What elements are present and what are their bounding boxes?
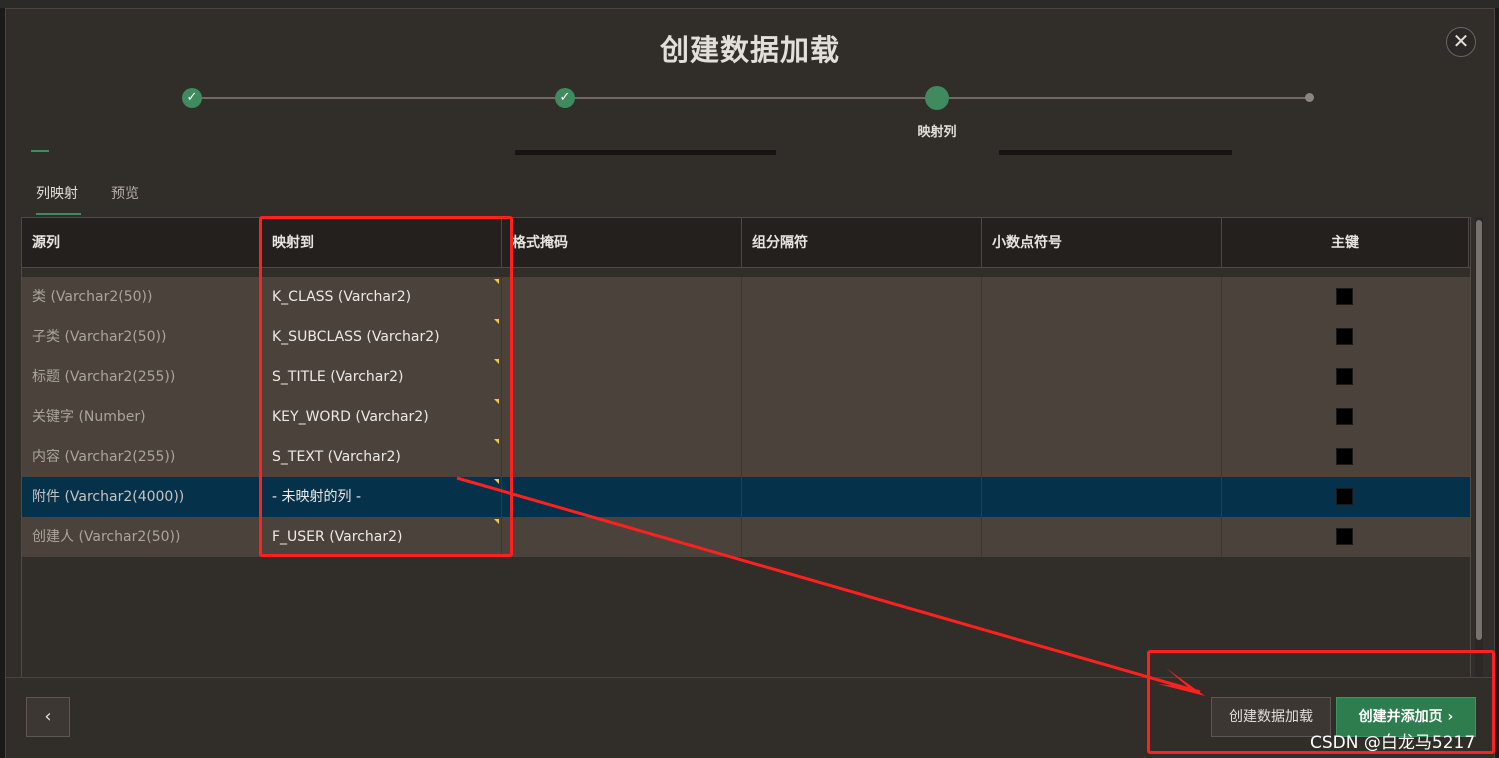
primary-key-checkbox[interactable] xyxy=(1336,328,1353,345)
decimal-symbol-cell[interactable] xyxy=(982,397,1222,437)
wizard-step-4-future xyxy=(1305,93,1314,102)
wizard-current-step-label: 映射列 xyxy=(917,125,957,140)
table-row[interactable]: 内容 (Varchar2(255)) S_TEXT (Varchar2) xyxy=(22,437,1470,477)
primary-key-checkbox[interactable] xyxy=(1336,448,1353,465)
previous-step-button[interactable]: ‹ xyxy=(26,697,70,737)
scrollbar-thumb[interactable] xyxy=(1476,220,1482,640)
format-mask-cell[interactable] xyxy=(502,397,742,437)
wizard-track xyxy=(192,97,1310,99)
background-window-strip xyxy=(0,0,1499,8)
group-separator-cell[interactable] xyxy=(742,517,982,557)
table-row[interactable]: 标题 (Varchar2(255)) S_TITLE (Varchar2) xyxy=(22,357,1470,397)
format-mask-cell[interactable] xyxy=(502,357,742,397)
group-separator-cell[interactable] xyxy=(742,477,982,517)
source-column-cell: 创建人 (Varchar2(50)) xyxy=(22,517,262,557)
tab-preview[interactable]: 预览 xyxy=(111,183,139,203)
wizard-step-3-current xyxy=(925,86,949,110)
group-separator-cell[interactable] xyxy=(742,397,982,437)
table-row[interactable]: 子类 (Varchar2(50)) K_SUBCLASS (Varchar2) xyxy=(22,317,1470,357)
decimal-symbol-cell[interactable] xyxy=(982,477,1222,517)
format-mask-cell[interactable] xyxy=(502,277,742,317)
edit-marker-icon xyxy=(494,359,499,364)
decimal-symbol-cell[interactable] xyxy=(982,517,1222,557)
mapped-to-cell[interactable]: K_SUBCLASS (Varchar2) xyxy=(262,317,502,357)
edit-marker-icon xyxy=(494,399,499,404)
step-indicator-mark xyxy=(31,150,49,152)
group-separator-cell[interactable] xyxy=(742,437,982,477)
dialog-title: 创建数据加载 xyxy=(659,33,840,67)
edit-marker-icon xyxy=(494,479,499,484)
decimal-symbol-cell[interactable] xyxy=(982,357,1222,397)
format-mask-cell[interactable] xyxy=(502,317,742,357)
source-column-cell: 类 (Varchar2(50)) xyxy=(22,277,262,317)
edit-marker-icon xyxy=(494,279,499,284)
primary-key-checkbox[interactable] xyxy=(1336,408,1353,425)
tab-column-mapping[interactable]: 列映射 xyxy=(36,183,78,203)
divider-bar xyxy=(999,150,1232,155)
create-and-add-page-label: 创建并添加页 xyxy=(1358,709,1443,725)
table-row-selected[interactable]: 附件 (Varchar2(4000)) - 未映射的列 - xyxy=(22,477,1470,517)
wizard-step-2-check-icon: ✓ xyxy=(555,88,575,108)
header-mapped-to: 映射到 xyxy=(262,218,502,268)
primary-key-checkbox[interactable] xyxy=(1336,528,1353,545)
mapped-to-value: - 未映射的列 - xyxy=(272,489,362,505)
decimal-symbol-cell[interactable] xyxy=(982,277,1222,317)
primary-key-checkbox[interactable] xyxy=(1336,488,1353,505)
mapped-to-value: S_TEXT (Varchar2) xyxy=(272,449,401,465)
source-column-cell: 关键字 (Number) xyxy=(22,397,262,437)
create-data-load-dialog: 创建数据加载 ✕ ✓ ✓ 映射列 列映射 预览 源列 映射到 格式掩码 组分隔符… xyxy=(5,8,1495,758)
watermark-text: CSDN @白龙马5217 xyxy=(1310,733,1476,753)
table-row[interactable]: 创建人 (Varchar2(50)) F_USER (Varchar2) xyxy=(22,517,1470,557)
format-mask-cell[interactable] xyxy=(502,517,742,557)
chevron-right-icon: › xyxy=(1447,709,1454,725)
edit-marker-icon xyxy=(494,319,499,324)
mapped-to-value: F_USER (Varchar2) xyxy=(272,529,403,545)
header-group-separator: 组分隔符 xyxy=(742,218,982,268)
vertical-scrollbar[interactable] xyxy=(1475,217,1483,678)
primary-key-checkbox[interactable] xyxy=(1336,288,1353,305)
mapped-to-cell[interactable]: F_USER (Varchar2) xyxy=(262,517,502,557)
edit-marker-icon xyxy=(494,519,499,524)
mapped-to-value: KEY_WORD (Varchar2) xyxy=(272,409,429,425)
table-row[interactable]: 关键字 (Number) KEY_WORD (Varchar2) xyxy=(22,397,1470,437)
wizard-step-1-check-icon: ✓ xyxy=(182,88,202,108)
table-header: 源列 映射到 格式掩码 组分隔符 小数点符号 主键 xyxy=(22,218,1470,268)
active-tab-underline xyxy=(36,213,81,215)
table-row[interactable]: 类 (Varchar2(50)) K_CLASS (Varchar2) xyxy=(22,277,1470,317)
mapped-to-cell[interactable]: S_TITLE (Varchar2) xyxy=(262,357,502,397)
mapped-to-cell[interactable]: S_TEXT (Varchar2) xyxy=(262,437,502,477)
decimal-symbol-cell[interactable] xyxy=(982,317,1222,357)
mapped-to-cell[interactable]: KEY_WORD (Varchar2) xyxy=(262,397,502,437)
edit-marker-icon xyxy=(494,439,499,444)
primary-key-checkbox[interactable] xyxy=(1336,368,1353,385)
mapped-to-cell[interactable]: - 未映射的列 - xyxy=(262,477,502,517)
close-button[interactable]: ✕ xyxy=(1446,27,1476,57)
group-separator-cell[interactable] xyxy=(742,357,982,397)
source-column-cell: 标题 (Varchar2(255)) xyxy=(22,357,262,397)
header-decimal-symbol: 小数点符号 xyxy=(982,218,1222,268)
format-mask-cell[interactable] xyxy=(502,437,742,477)
header-format-mask: 格式掩码 xyxy=(502,218,742,268)
mapped-to-cell[interactable]: K_CLASS (Varchar2) xyxy=(262,277,502,317)
source-column-cell: 子类 (Varchar2(50)) xyxy=(22,317,262,357)
column-mapping-table: 源列 映射到 格式掩码 组分隔符 小数点符号 主键 类 (Varchar2(50… xyxy=(21,217,1471,678)
source-column-cell: 内容 (Varchar2(255)) xyxy=(22,437,262,477)
divider-bar xyxy=(515,150,776,155)
format-mask-cell[interactable] xyxy=(502,477,742,517)
mapped-to-value: K_CLASS (Varchar2) xyxy=(272,289,412,305)
group-separator-cell[interactable] xyxy=(742,277,982,317)
decimal-symbol-cell[interactable] xyxy=(982,437,1222,477)
mapped-to-value: K_SUBCLASS (Varchar2) xyxy=(272,329,440,345)
source-column-cell: 附件 (Varchar2(4000)) xyxy=(22,477,262,517)
mapped-to-value: S_TITLE (Varchar2) xyxy=(272,369,404,385)
header-primary-key: 主键 xyxy=(1222,218,1469,268)
group-separator-cell[interactable] xyxy=(742,317,982,357)
header-source-column: 源列 xyxy=(22,218,262,268)
